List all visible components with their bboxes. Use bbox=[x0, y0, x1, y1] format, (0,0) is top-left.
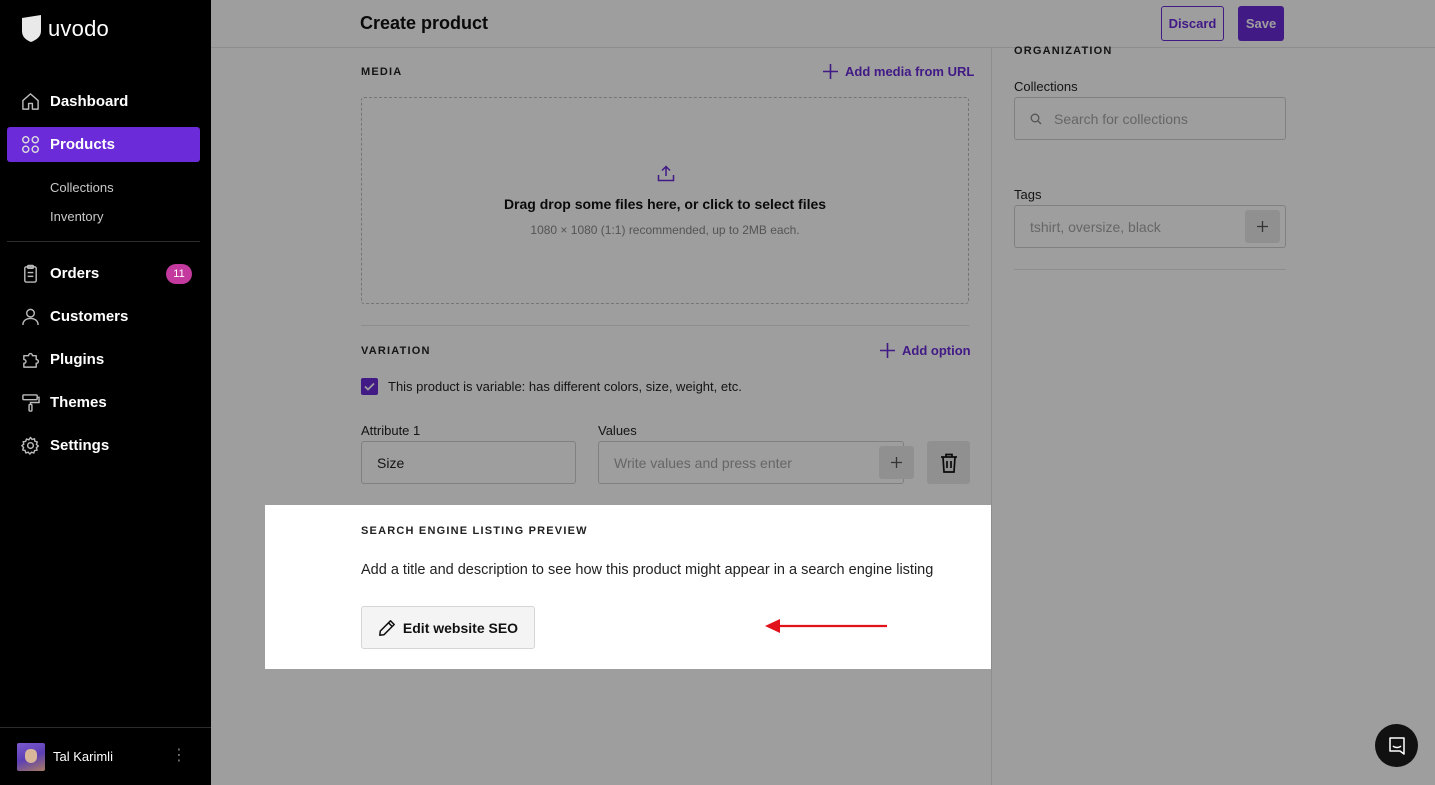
plus-icon bbox=[880, 343, 895, 358]
collections-search-input[interactable]: Search for collections bbox=[1014, 97, 1286, 140]
sidebar-subitem-collections[interactable]: Collections bbox=[50, 180, 114, 195]
save-button[interactable]: Save bbox=[1238, 6, 1284, 41]
sidebar-item-settings[interactable]: Settings bbox=[7, 428, 200, 463]
sidebar-item-label: Orders bbox=[50, 265, 100, 282]
attribute-input[interactable]: Size bbox=[361, 441, 576, 484]
sidebar-subitem-inventory[interactable]: Inventory bbox=[50, 209, 103, 224]
section-divider bbox=[361, 325, 969, 326]
variable-product-label: This product is variable: has different … bbox=[388, 379, 742, 394]
sidebar-item-label: Products bbox=[50, 136, 116, 153]
sidebar-item-label: Settings bbox=[50, 437, 110, 454]
organization-divider bbox=[1014, 269, 1286, 270]
variation-section-title: VARIATION bbox=[361, 345, 431, 357]
discard-button[interactable]: Discard bbox=[1161, 6, 1224, 41]
home-icon bbox=[22, 93, 39, 110]
arrow-annotation-icon bbox=[765, 619, 887, 633]
add-option-label: Add option bbox=[902, 343, 971, 358]
avatar bbox=[17, 742, 45, 771]
add-media-url-label: Add media from URL bbox=[845, 64, 975, 79]
chat-launcher-button[interactable] bbox=[1375, 724, 1418, 767]
plus-icon bbox=[1257, 221, 1268, 232]
orders-count-badge: 11 bbox=[166, 264, 192, 284]
grid-icon bbox=[21, 135, 40, 154]
values-placeholder: Write values and press enter bbox=[614, 454, 792, 471]
trash-icon bbox=[940, 453, 957, 473]
clipboard-icon bbox=[24, 264, 37, 283]
paint-roller-icon bbox=[22, 394, 40, 412]
sidebar-item-customers[interactable]: Customers bbox=[7, 299, 200, 334]
column-divider bbox=[991, 48, 992, 785]
edit-seo-button[interactable]: Edit website SEO bbox=[361, 606, 535, 649]
sidebar-item-label: Themes bbox=[50, 394, 107, 411]
dropzone-hint: 1080 × 1080 (1:1) recommended, up to 2MB… bbox=[530, 223, 800, 237]
sidebar-item-label: Plugins bbox=[50, 351, 105, 368]
tags-placeholder: tshirt, oversize, black bbox=[1030, 218, 1161, 235]
page-title: Create product bbox=[360, 13, 489, 33]
gear-icon bbox=[21, 436, 40, 455]
attribute-value: Size bbox=[377, 454, 405, 471]
sidebar-item-orders[interactable]: Orders 11 bbox=[7, 256, 200, 291]
seo-description: Add a title and description to see how t… bbox=[361, 562, 934, 578]
sidebar-item-products[interactable]: Products bbox=[7, 127, 200, 162]
add-tag-button[interactable] bbox=[1245, 210, 1280, 243]
shield-logo-icon bbox=[22, 15, 41, 42]
plus-icon bbox=[891, 457, 902, 468]
delete-attribute-button[interactable] bbox=[927, 441, 970, 484]
add-media-url-link[interactable]: Add media from URL bbox=[822, 63, 974, 80]
plus-icon bbox=[823, 64, 838, 79]
collections-label: Collections bbox=[1014, 79, 1078, 94]
main-content: Create product Discard Save MEDIA Add me… bbox=[211, 0, 1435, 785]
media-dropzone[interactable]: Drag drop some files here, or click to s… bbox=[361, 97, 969, 304]
pencil-icon bbox=[378, 619, 395, 636]
user-name: Tal Karimli bbox=[53, 749, 113, 764]
values-label: Values bbox=[598, 423, 637, 438]
edit-seo-label: Edit website SEO bbox=[402, 619, 519, 636]
more-options-icon[interactable]: ⋮ bbox=[171, 748, 187, 764]
attribute-label: Attribute 1 bbox=[361, 423, 421, 438]
values-input[interactable]: Write values and press enter bbox=[598, 441, 904, 484]
organization-section-title: ORGANIZATION bbox=[1014, 45, 1113, 57]
top-bar: Create product Discard Save bbox=[211, 0, 1435, 48]
add-option-link[interactable]: Add option bbox=[879, 342, 971, 359]
sidebar-item-plugins[interactable]: Plugins bbox=[7, 342, 200, 377]
user-profile[interactable]: Tal Karimli ⋮ bbox=[0, 727, 211, 785]
chat-icon bbox=[1388, 736, 1405, 755]
media-section-title: MEDIA bbox=[361, 66, 403, 78]
sidebar-divider bbox=[7, 241, 200, 242]
seo-section-title: SEARCH ENGINE LISTING PREVIEW bbox=[361, 525, 588, 537]
upload-icon bbox=[657, 165, 675, 182]
dropzone-text: Drag drop some files here, or click to s… bbox=[503, 196, 827, 212]
sidebar-item-dashboard[interactable]: Dashboard bbox=[7, 84, 200, 119]
tags-label: Tags bbox=[1014, 187, 1042, 202]
variable-product-checkbox[interactable] bbox=[361, 378, 378, 395]
add-value-button[interactable] bbox=[879, 446, 914, 479]
search-icon bbox=[1030, 113, 1042, 124]
sidebar-item-label: Dashboard bbox=[50, 93, 129, 110]
puzzle-icon bbox=[23, 352, 40, 368]
sidebar-item-themes[interactable]: Themes bbox=[7, 385, 200, 420]
user-icon bbox=[22, 308, 39, 326]
sidebar: uvodo Dashboard Products Collections Inv… bbox=[0, 0, 211, 785]
collections-placeholder: Search for collections bbox=[1054, 110, 1188, 127]
brand-name: uvodo bbox=[48, 15, 109, 41]
brand-logo[interactable]: uvodo bbox=[21, 15, 109, 42]
checkmark-icon bbox=[364, 382, 375, 391]
sidebar-item-label: Customers bbox=[50, 308, 129, 325]
